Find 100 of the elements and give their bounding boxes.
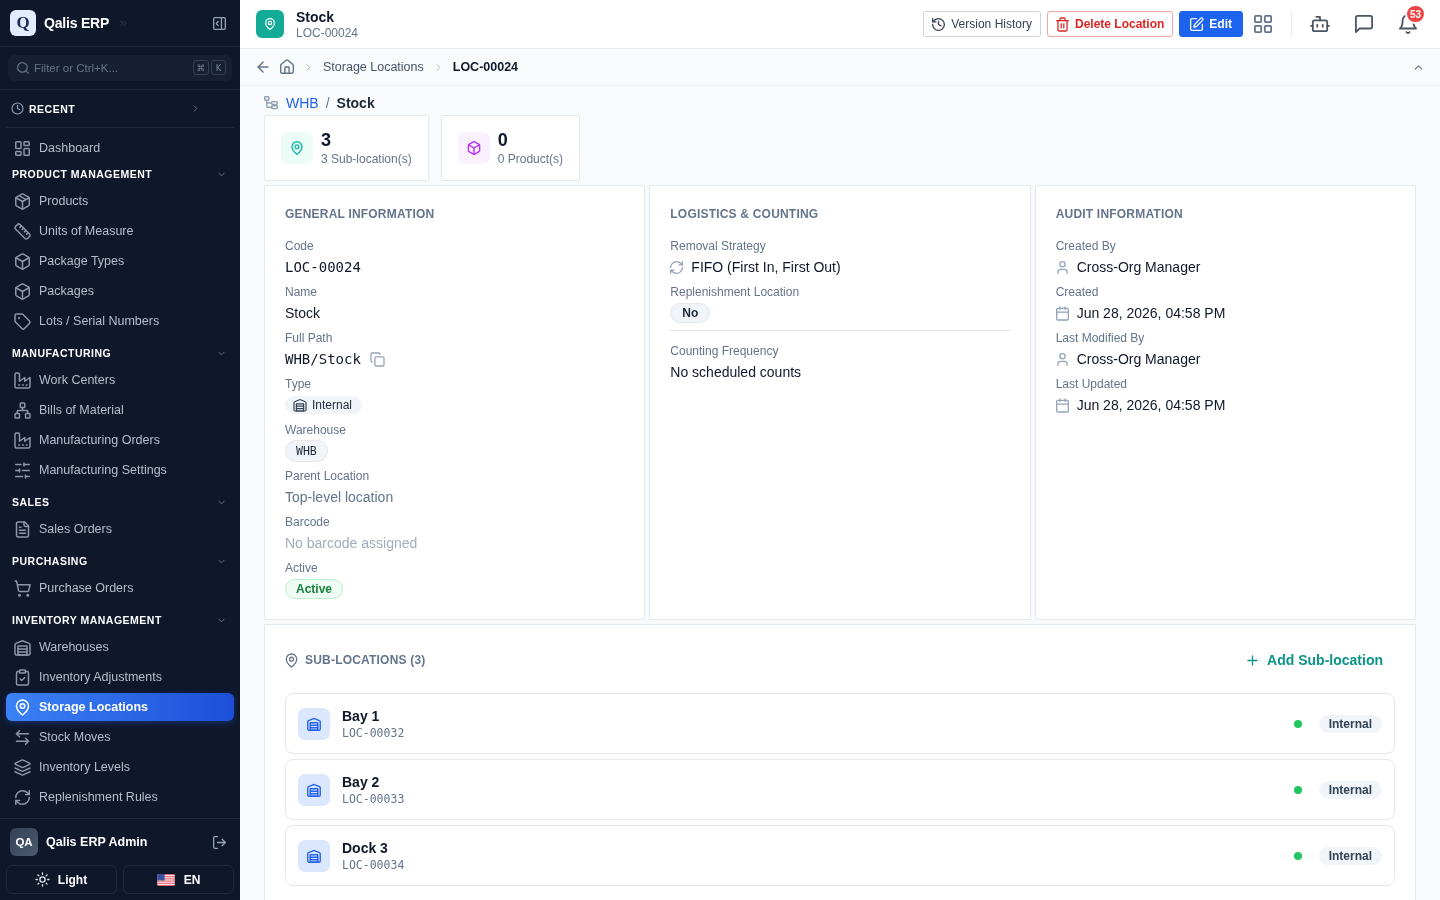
layers-icon (15, 759, 30, 775)
bot-icon[interactable] (1311, 15, 1329, 33)
field-label: Code (285, 238, 315, 254)
location-code: LOC-00032 (342, 724, 405, 741)
sidebar-item[interactable]: Package Types (6, 247, 234, 275)
edit-button[interactable]: Edit (1179, 11, 1243, 37)
package-icon (15, 193, 30, 209)
apps-grid-icon[interactable] (1254, 15, 1272, 33)
sidebar-item[interactable]: Inventory Levels (6, 753, 234, 781)
logout-icon[interactable] (213, 835, 226, 849)
field-value: Stock (285, 304, 320, 323)
location-name: Bay 2 (342, 772, 381, 791)
field-label: Created (1055, 284, 1100, 300)
user-avatar: QA (10, 828, 38, 856)
sidebar-item[interactable]: Lots / Serial Numbers (6, 307, 234, 335)
factory-icon (15, 432, 30, 448)
history-icon (932, 17, 946, 31)
path-separator: / (325, 95, 330, 111)
status-badge: Active (285, 579, 344, 599)
stat-label: 3 Sub-location(s) (321, 151, 412, 167)
chat-icon[interactable] (1355, 15, 1373, 33)
field-label: Barcode (285, 514, 331, 530)
sidebar-item[interactable]: Warehouses (6, 633, 234, 661)
map-pin-icon (256, 10, 284, 38)
sidebar-item[interactable]: Packages (6, 277, 234, 305)
sidebar-item[interactable]: Storage Locations (6, 693, 234, 721)
ruler-icon (15, 223, 30, 239)
dashboard-grid-icon (15, 140, 30, 156)
field-value: Cross-Org Manager (1076, 258, 1201, 277)
sidebar-item[interactable]: Products (6, 187, 234, 215)
arrows-icon (15, 729, 30, 745)
parent-link[interactable]: WHB (286, 95, 319, 111)
location-name: Dock 3 (342, 838, 389, 857)
field-label: Counting Frequency (670, 343, 780, 359)
card-heading: GENERAL INFORMATION (285, 206, 436, 222)
card-heading: AUDIT INFORMATION (1055, 206, 1184, 222)
search-icon (17, 62, 29, 74)
section-header[interactable]: MANUFACTURING (6, 343, 234, 363)
sidebar-item[interactable]: Manufacturing Orders (6, 426, 234, 454)
copy-icon[interactable] (370, 352, 384, 366)
sun-icon (35, 873, 49, 886)
add-sub-location-button[interactable]: Add Sub-location (1246, 652, 1383, 668)
sidebar-item[interactable]: Sales Orders (6, 515, 234, 543)
collapse-sidebar-icon[interactable] (213, 16, 226, 30)
warehouse-code-badge: WHB (285, 440, 328, 462)
home-icon[interactable] (280, 60, 294, 74)
refresh-icon (670, 260, 684, 274)
language-button[interactable]: EN (123, 865, 234, 894)
field-value: LOC-00024 (285, 258, 361, 277)
sidebar-item[interactable]: Manufacturing Settings (6, 456, 234, 484)
field-label: Last Modified By (1055, 330, 1146, 346)
field-label: Full Path (285, 330, 334, 346)
sub-location-row[interactable]: Dock 3 LOC-00034 Internal (285, 825, 1395, 886)
breadcrumb-link[interactable]: Storage Locations (323, 60, 424, 74)
edit-icon (1190, 17, 1204, 31)
recent-toggle[interactable]: RECENT (6, 90, 234, 128)
sidebar-item[interactable]: Replenishment Rules (6, 783, 234, 811)
shortcut-key: ⌘ (192, 60, 209, 75)
sidebar-item[interactable]: Inventory Adjustments (6, 663, 234, 691)
map-pin-icon (281, 132, 313, 164)
section-header[interactable]: PRODUCT MANAGEMENT (6, 164, 234, 184)
section-header[interactable]: PURCHASING (6, 551, 234, 571)
section-header[interactable]: INVENTORY MANAGEMENT (6, 610, 234, 630)
field-label: Replenishment Location (670, 284, 801, 300)
sidebar-item[interactable]: Purchase Orders (6, 574, 234, 602)
notification-count: 53 (1404, 4, 1426, 24)
sub-location-row[interactable]: Bay 2 LOC-00033 Internal (285, 759, 1395, 820)
sidebar-item[interactable]: Bills of Material (6, 396, 234, 424)
flag-icon (156, 873, 175, 886)
sidebar-item[interactable]: Units of Measure (6, 217, 234, 245)
warehouse-icon (298, 773, 330, 806)
box-icon (15, 283, 30, 299)
sub-location-row[interactable]: Bay 1 LOC-00032 Internal (285, 693, 1395, 754)
warehouse-icon (298, 839, 330, 872)
shortcut-key: K (211, 60, 226, 75)
stat-value: 3 (321, 129, 332, 151)
box-icon (15, 253, 30, 269)
type-text: Internal (312, 397, 353, 413)
trash-icon (1055, 17, 1069, 31)
sidebar-item[interactable]: Work Centers (6, 366, 234, 394)
field-label: Created By (1055, 238, 1117, 254)
field-value: Cross-Org Manager (1076, 350, 1201, 369)
field-value: FIFO (First In, First Out) (691, 258, 841, 277)
field-value: Jun 28, 2026, 04:58 PM (1076, 304, 1226, 323)
map-pin-icon (15, 699, 30, 715)
sidebar-item[interactable]: Stock Moves (6, 723, 234, 751)
sidebar-item[interactable]: Dashboard (6, 134, 234, 162)
theme-button[interactable]: Light (6, 865, 117, 894)
history-button[interactable]: Version History (923, 11, 1041, 37)
section-heading: SUB-LOCATIONS (3) (305, 653, 426, 667)
section-header[interactable]: SALES (6, 492, 234, 512)
field-label: Warehouse (285, 422, 347, 438)
delete-button[interactable]: Delete Location (1046, 11, 1174, 37)
user-name: Qalis ERP Admin (46, 835, 148, 849)
location-name: Stock (336, 95, 375, 111)
value-badge: No (670, 303, 711, 323)
location-code: LOC-00033 (342, 790, 405, 807)
field-label: Parent Location (285, 468, 371, 484)
factory-icon (15, 372, 30, 388)
calendar-icon (1055, 398, 1069, 412)
